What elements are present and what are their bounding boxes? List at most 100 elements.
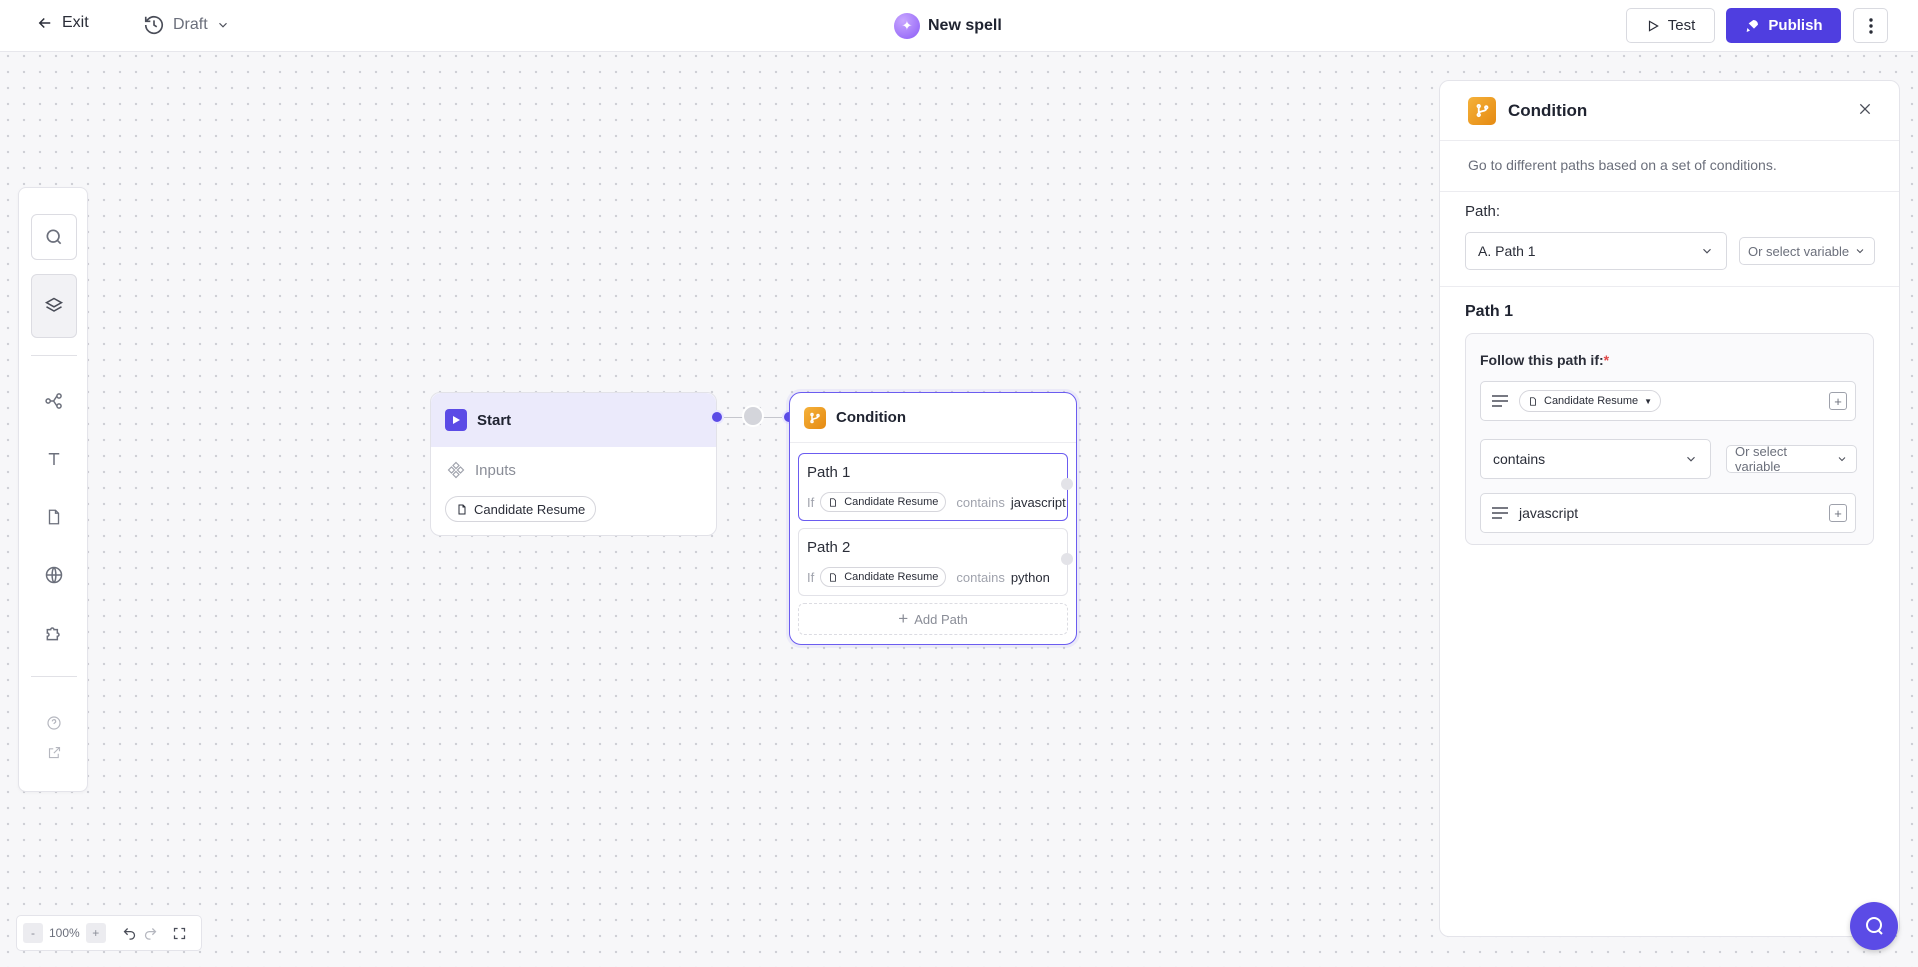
add-path-label: Add Path — [914, 611, 968, 627]
add-variable-icon[interactable]: + — [1829, 392, 1847, 410]
zoom-level: 100% — [49, 926, 80, 940]
path-card-2[interactable]: Path 2 If Candidate Resume contains pyth… — [798, 528, 1073, 596]
text-tool[interactable] — [41, 446, 67, 472]
plus-icon: + — [898, 609, 909, 628]
add-path-button[interactable]: + Add Path — [798, 603, 1068, 635]
document-tool[interactable] — [41, 504, 67, 530]
file-icon — [830, 572, 837, 582]
close-icon[interactable] — [1857, 101, 1873, 117]
search-icon — [46, 229, 62, 245]
integrations-tool[interactable] — [41, 620, 67, 646]
layers-icon — [44, 297, 64, 312]
start-output-port[interactable] — [710, 410, 724, 424]
operator-label: contains — [956, 494, 1005, 510]
variable-chip-label: Candidate Resume — [844, 496, 939, 508]
external-link-button[interactable] — [41, 739, 67, 765]
publish-button[interactable]: Publish — [1726, 8, 1841, 43]
path-output-port[interactable] — [1061, 553, 1073, 565]
draft-label: Draft — [173, 16, 208, 33]
operator-value: contains — [1493, 451, 1546, 467]
divider — [1440, 286, 1899, 287]
sparkle-icon: ✦ — [894, 13, 920, 39]
path-output-port[interactable] — [1061, 478, 1073, 490]
arrow-left-icon — [38, 17, 51, 29]
operator-select[interactable]: contains — [1480, 439, 1711, 479]
divider — [31, 676, 77, 677]
input-chip[interactable]: Candidate Resume — [445, 496, 597, 522]
chevron-down-icon — [1687, 456, 1695, 462]
panel-title: Condition — [1508, 100, 1588, 120]
text-icon — [48, 453, 60, 465]
file-icon — [458, 504, 466, 514]
history-icon — [144, 16, 164, 35]
path-select-value: A. Path 1 — [1478, 243, 1536, 259]
variable-chip-label: Candidate Resume — [1544, 395, 1639, 407]
variable-chip[interactable]: Candidate Resume ▼ — [1519, 390, 1662, 412]
file-icon — [1530, 396, 1536, 406]
or-select-variable-label: Or select variable — [1735, 444, 1788, 474]
value-label: javascript — [1010, 494, 1066, 510]
condition-value: javascript — [1519, 505, 1579, 521]
or-select-variable-label: Or select variable — [1748, 243, 1850, 259]
divider — [31, 355, 77, 356]
variable-chip: Candidate Resume — [820, 492, 947, 512]
more-options-button[interactable] — [1853, 8, 1888, 43]
test-label: Test — [1667, 17, 1696, 34]
panel-header: Condition — [1440, 81, 1899, 141]
undo-icon[interactable] — [122, 926, 137, 941]
more-vertical-icon — [1868, 17, 1873, 34]
path-rule: If Candidate Resume contains javascript — [807, 492, 1066, 512]
top-bar: Exit Draft ✦ New spell Test Publish — [0, 0, 1918, 52]
workflow-tool[interactable] — [41, 388, 67, 414]
path-title: Path 2 — [807, 539, 851, 556]
condition-node-title: Condition — [836, 409, 906, 426]
spell-title-text: New spell — [928, 17, 1002, 34]
path-rule: If Candidate Resume contains python — [807, 567, 1050, 587]
add-variable-icon[interactable]: + — [1829, 504, 1847, 522]
branch-icon — [804, 406, 826, 429]
path-label: Path: — [1465, 203, 1501, 220]
path-variable-select[interactable]: Or select variable — [1739, 237, 1875, 265]
search-button[interactable] — [31, 214, 77, 260]
caret-down-icon: ▼ — [1644, 396, 1653, 406]
condition-node[interactable]: Condition Path 1 If Candidate Resume con… — [789, 392, 1077, 645]
zoom-out-button[interactable]: - — [23, 923, 43, 943]
file-icon — [48, 509, 60, 525]
zoom-controls: - 100% + — [16, 915, 202, 951]
operator-variable-select[interactable]: Or select variable — [1726, 444, 1857, 474]
if-label: If — [807, 569, 815, 585]
external-link-icon — [48, 746, 60, 758]
value-label: python — [1010, 569, 1050, 585]
layers-button[interactable] — [31, 274, 77, 338]
path-section-title: Path 1 — [1465, 303, 1514, 320]
path-select[interactable]: A. Path 1 — [1465, 232, 1727, 270]
chat-support-button[interactable] — [1850, 902, 1898, 950]
branch-icon — [1468, 96, 1496, 125]
input-chip-label: Candidate Resume — [474, 501, 586, 517]
condition-variable-field[interactable]: Candidate Resume ▼ + — [1480, 381, 1856, 421]
path-card-1[interactable]: Path 1 If Candidate Resume contains java… — [798, 453, 1073, 521]
start-node-title: Start — [477, 411, 512, 429]
variable-chip: Candidate Resume — [820, 567, 947, 587]
operator-label: contains — [956, 569, 1005, 585]
start-node-header: Start — [431, 393, 716, 447]
play-icon — [445, 409, 467, 431]
test-button[interactable]: Test — [1626, 8, 1715, 43]
exit-button[interactable]: Exit — [36, 14, 89, 32]
fullscreen-icon[interactable] — [172, 926, 187, 941]
zoom-in-button[interactable]: + — [85, 923, 106, 943]
spell-title[interactable]: ✦ New spell — [894, 13, 1002, 39]
help-button[interactable] — [41, 710, 67, 736]
web-tool[interactable] — [41, 562, 67, 588]
draft-dropdown[interactable]: Draft — [143, 14, 230, 36]
chevron-down-icon — [1856, 249, 1864, 254]
chat-icon — [1866, 917, 1883, 935]
redo-icon[interactable] — [143, 926, 158, 941]
inputs-icon — [447, 461, 465, 479]
inputs-row: Inputs — [447, 461, 516, 479]
start-node[interactable]: Start Inputs Candidate Resume — [430, 392, 717, 536]
condition-value-field[interactable]: javascript + — [1480, 493, 1856, 533]
chevron-down-icon — [218, 22, 227, 28]
add-node-handle[interactable] — [742, 405, 764, 427]
divider — [1440, 191, 1899, 192]
